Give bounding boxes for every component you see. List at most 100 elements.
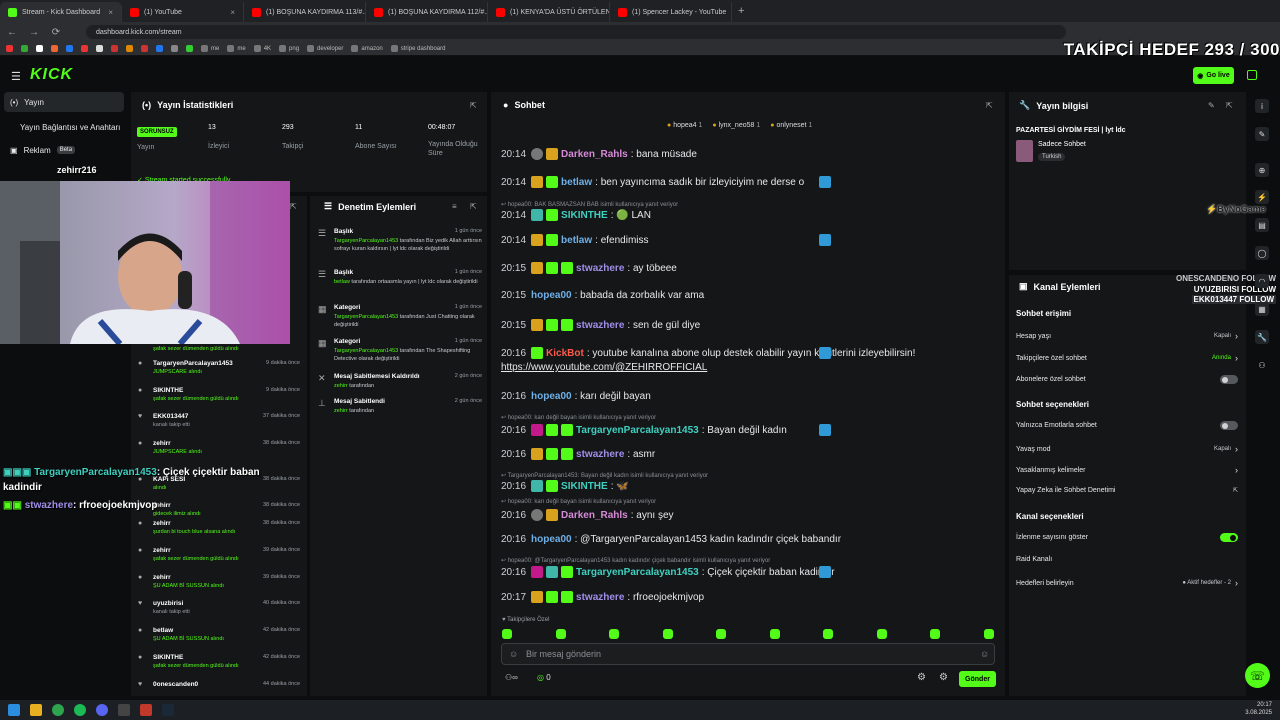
bookmark-favicon-icon[interactable] (51, 45, 58, 52)
popout-icon[interactable]: ⇱ (470, 101, 477, 110)
setting-row[interactable]: Hedefleri belirleyin ● Aktif hedefler - 2… (1016, 578, 1238, 588)
users-icon[interactable]: ⚇∞ (505, 673, 518, 682)
spotify-icon[interactable] (74, 704, 86, 716)
message-username[interactable]: Darken_Rahls (561, 149, 628, 160)
discord-icon[interactable] (96, 704, 108, 716)
close-icon[interactable]: × (108, 8, 113, 17)
url-input[interactable]: dashboard.kick.com/stream (86, 25, 1066, 39)
setting-row[interactable]: Yapay Zeka ile Sohbet Denetimi ⇱ (1016, 487, 1238, 494)
message-username[interactable]: TargaryenParcalayan1453 (576, 425, 699, 436)
message-username[interactable]: hopea00 (531, 290, 572, 301)
windows-start-icon[interactable] (8, 704, 20, 716)
sidebar-item-stream[interactable]: (•) Yayın (4, 92, 124, 112)
emote-icon[interactable] (502, 629, 512, 639)
sidebar-item-stream-key[interactable]: Yayın Bağlantısı ve Anahtarı (4, 117, 124, 137)
chat-input[interactable]: Bir mesaj gönderin (501, 643, 995, 665)
setting-row[interactable]: Hesap yaşı Kapalı › (1016, 331, 1238, 341)
message-username[interactable]: hopea00 (531, 534, 572, 545)
setting-row[interactable]: Yasaklanmış kelimeler › (1016, 465, 1238, 475)
bookmark-item[interactable]: stripe dashboard (390, 45, 445, 52)
browser-tab[interactable]: (1) BOŞUNA KAYDIRMA 113/#...× (244, 2, 366, 22)
setting-row[interactable]: Takipçilere özel sohbet Anında › (1016, 353, 1238, 363)
bookmark-favicon-icon[interactable] (81, 45, 88, 52)
emote-icon[interactable] (930, 629, 941, 639)
message-username[interactable]: TargaryenParcalayan1453 (576, 567, 699, 578)
emote-icon[interactable] (716, 629, 727, 639)
message-link[interactable]: https://www.youtube.com/@ZEHIRROFFICIAL (501, 362, 991, 373)
kick-app-icon[interactable] (1247, 70, 1257, 80)
send-button[interactable]: Gönder (959, 671, 996, 687)
bookmark-favicon-icon[interactable] (66, 45, 73, 52)
message-username[interactable]: KickBot (546, 348, 584, 359)
toggle-switch[interactable] (1220, 421, 1238, 430)
settings-icon[interactable]: ⚙ (917, 672, 926, 683)
file-explorer-icon[interactable] (30, 704, 42, 716)
browser-tab[interactable]: (1) YouTube × (122, 2, 244, 22)
reload-icon[interactable]: ⟳ (50, 27, 62, 38)
info-icon[interactable]: i (1255, 99, 1269, 113)
back-icon[interactable]: ← (6, 27, 18, 38)
bookmark-item[interactable]: me (227, 45, 246, 52)
browser-tab[interactable]: (1) Spencer Lackey - YouTube × (610, 2, 732, 22)
close-icon[interactable]: × (731, 8, 732, 17)
toggle-switch[interactable] (1220, 533, 1238, 542)
bookmark-favicon-icon[interactable] (186, 45, 193, 52)
filter-icon[interactable]: ≡ (452, 202, 457, 211)
top-gifter[interactable]: ● onlyneset 1 (770, 122, 812, 129)
group-icon[interactable]: ⚇ (1255, 358, 1269, 372)
bookmark-item[interactable]: 4K (253, 45, 271, 52)
bookmark-favicon-icon[interactable] (21, 45, 28, 52)
bookmark-favicon-icon[interactable] (6, 45, 13, 52)
top-gifter[interactable]: ● lynx_neo58 1 (712, 122, 760, 129)
go-live-button[interactable]: ◉ Go live (1193, 67, 1234, 84)
edit-icon[interactable]: ✎ (1208, 101, 1215, 110)
points-icon[interactable]: ◎ 0 (537, 673, 551, 682)
emote-icon[interactable] (609, 629, 620, 639)
chat-bubble-icon[interactable]: ◯ (1255, 246, 1269, 260)
bolt-icon[interactable]: ⚡ (1255, 190, 1269, 204)
toggle-switch[interactable] (1220, 375, 1238, 384)
emoji-icon[interactable]: ☺ (509, 649, 518, 659)
message-username[interactable]: stwazhere (576, 263, 624, 274)
emote-icon[interactable] (662, 629, 673, 639)
pen-icon[interactable]: ✎ (1255, 127, 1269, 141)
bookmark-item[interactable]: png (279, 45, 299, 52)
kick-logo[interactable]: KICK (30, 66, 73, 84)
bookmark-favicon-icon[interactable] (36, 45, 43, 52)
new-tab-icon[interactable]: + (738, 5, 744, 17)
popout-icon[interactable]: ⇱ (986, 101, 993, 110)
setting-row[interactable]: Raid Kanalı (1016, 556, 1238, 563)
setting-row[interactable]: Yavaş mod Kapalı › (1016, 444, 1238, 454)
message-username[interactable]: stwazhere (576, 592, 624, 603)
menu-icon[interactable]: ☰ (11, 70, 21, 83)
popout-icon[interactable]: ⇱ (470, 202, 477, 211)
steam-icon[interactable] (162, 704, 174, 716)
message-username[interactable]: SIKINTHE (561, 210, 608, 221)
chrome-icon[interactable] (52, 704, 64, 716)
emote-icon[interactable] (876, 629, 887, 639)
bookmark-favicon-icon[interactable] (171, 45, 178, 52)
bookmark-favicon-icon[interactable] (111, 45, 118, 52)
browser-tab[interactable]: (1) KENYA'DA ÜSTÜ ÖRTÜLEN ...× (488, 2, 610, 22)
tools-icon[interactable]: 🔧 (1255, 330, 1269, 344)
bookmark-favicon-icon[interactable] (96, 45, 103, 52)
message-username[interactable]: betlaw (561, 235, 592, 246)
bookmark-item[interactable]: developer (307, 45, 343, 52)
moderation-tools-icon[interactable]: ⚙ (939, 672, 948, 683)
message-username[interactable]: Darken_Rahls (561, 510, 628, 521)
headset-icon[interactable]: ◠ (1255, 274, 1269, 288)
close-icon[interactable]: × (230, 8, 235, 17)
sidebar-item-ads[interactable]: ▣ Reklam Beta (4, 140, 124, 160)
browser-tab[interactable]: Stream - Kick Dashboard × (0, 2, 122, 22)
bookmark-favicon-icon[interactable] (156, 45, 163, 52)
popout-icon[interactable]: ⇱ (290, 202, 297, 211)
setting-row[interactable]: İzlenme sayısını göster (1016, 533, 1238, 542)
message-username[interactable]: stwazhere (576, 320, 624, 331)
target-icon[interactable]: ⊕ (1255, 163, 1269, 177)
obs-icon[interactable] (118, 704, 130, 716)
emote-picker-icon[interactable]: ☺ (980, 649, 989, 659)
help-chat-icon[interactable]: ☏ (1245, 663, 1270, 688)
emote-icon[interactable] (555, 629, 566, 639)
setting-row[interactable]: Yalnızca Emotlarla sohbet (1016, 421, 1238, 430)
bookmark-item[interactable]: amazon (351, 45, 383, 52)
